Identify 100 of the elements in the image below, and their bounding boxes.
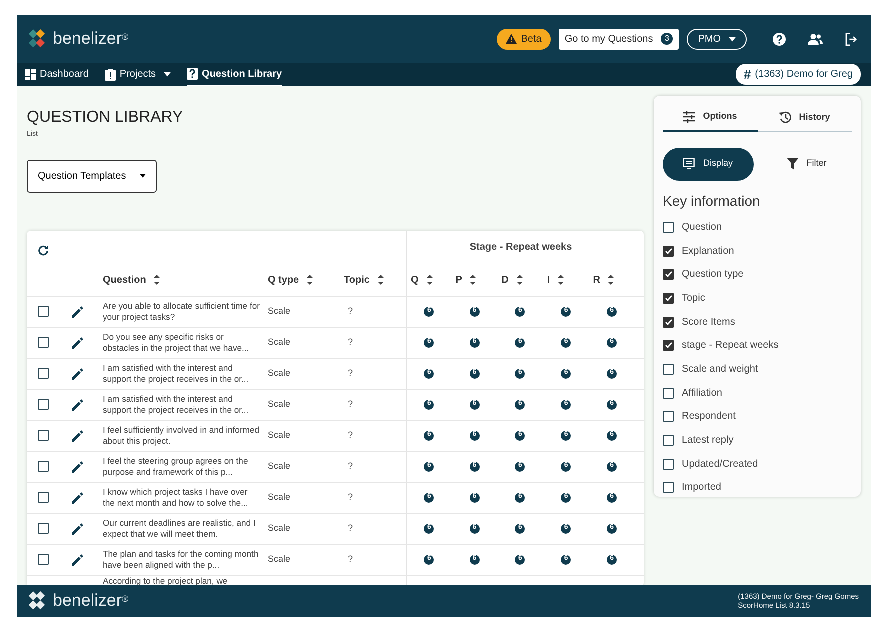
option-checkbox[interactable]	[663, 458, 674, 470]
pencil-icon[interactable]	[72, 430, 84, 442]
option-checkbox[interactable]	[663, 411, 674, 422]
question-type: Scale	[268, 552, 291, 566]
users-icon[interactable]	[808, 34, 823, 44]
question-type: Scale	[268, 398, 291, 411]
row-checkbox[interactable]	[38, 399, 49, 410]
dashboard-icon	[25, 68, 36, 80]
row-checkbox[interactable]	[38, 306, 49, 317]
sort-icon[interactable]	[470, 275, 476, 285]
topic-text: ?	[348, 552, 354, 566]
topic-text: ?	[348, 460, 354, 473]
nav-link[interactable]: Projects	[104, 64, 172, 85]
sort-icon[interactable]	[516, 275, 523, 285]
option-checkbox[interactable]	[663, 316, 674, 328]
topic-text: ?	[348, 398, 354, 411]
filter-icon	[786, 158, 799, 170]
question-text: Do you see any specific risks or obstacles in the project that we have...	[103, 332, 250, 354]
pencil-icon[interactable]	[72, 368, 84, 380]
topic-text: ?	[348, 304, 354, 318]
project-chip[interactable]: # (1363) Demo for Greg	[736, 64, 861, 86]
nav-link[interactable]: Question Library	[187, 64, 282, 86]
pencil-icon[interactable]	[72, 398, 84, 410]
option-checkbox[interactable]	[663, 246, 674, 257]
option-label: Question	[682, 220, 722, 235]
question-text: Our current deadlines are realistic, and I expect that we will meet them.	[103, 518, 257, 540]
topic-text: ?	[348, 336, 354, 349]
column-header: R	[593, 274, 600, 288]
sort-icon[interactable]	[426, 275, 433, 285]
mode-button[interactable]: Display	[663, 148, 754, 180]
logout-icon[interactable]	[845, 32, 857, 46]
pencil-icon[interactable]	[72, 306, 84, 318]
topic-text: ?	[348, 366, 354, 380]
question-text: I know which project tasks I have over the next month and how to solve the...	[103, 486, 250, 508]
row-checkbox[interactable]	[38, 430, 49, 441]
question-type: Scale	[268, 366, 291, 380]
sliders-icon	[683, 110, 696, 123]
page-title: QUESTION LIBRARY	[27, 108, 184, 128]
question-type: Scale	[268, 304, 291, 318]
question-text: The plan and tasks for the coming month have been aligned with the p...	[103, 548, 260, 570]
question-type: Scale	[268, 522, 291, 535]
nav-link[interactable]: Dashboard	[25, 64, 89, 85]
row-checkbox[interactable]	[38, 368, 49, 379]
row-checkbox[interactable]	[38, 492, 49, 503]
caret-icon	[164, 72, 172, 77]
question-type: Scale	[268, 490, 291, 504]
option-label: Updated/Created	[682, 458, 758, 472]
option-label: Imported	[682, 481, 722, 496]
my-questions-button[interactable]: Go to my Questions 3	[558, 28, 680, 50]
sort-icon[interactable]	[378, 275, 384, 285]
option-label: Respondent	[682, 410, 736, 424]
question-text: I feel the steering group agrees on the purpose and framework of this p...	[103, 456, 250, 478]
row-checkbox[interactable]	[38, 337, 49, 348]
option-checkbox[interactable]	[663, 364, 674, 375]
template-dropdown[interactable]: Question Templates	[27, 160, 157, 192]
pencil-icon[interactable]	[72, 460, 84, 472]
option-label: Topic	[682, 292, 706, 306]
option-checkbox[interactable]	[663, 482, 674, 494]
role-dropdown[interactable]: PMO	[687, 28, 747, 50]
row-checkbox[interactable]	[38, 554, 49, 565]
sort-icon[interactable]	[608, 275, 614, 285]
history-icon	[779, 111, 792, 124]
sort-icon[interactable]	[558, 275, 564, 285]
option-label: Scale and weight	[682, 362, 758, 377]
question-text: I am satisfied with the interest and support the project receives in the or...	[103, 362, 250, 384]
option-checkbox[interactable]	[663, 340, 674, 352]
topic-text: ?	[348, 522, 354, 535]
option-checkbox[interactable]	[663, 388, 674, 399]
question-icon	[187, 68, 198, 80]
warning-icon	[506, 34, 518, 44]
row-checkbox[interactable]	[38, 523, 49, 534]
pencil-icon[interactable]	[72, 554, 84, 566]
option-checkbox[interactable]	[663, 269, 674, 280]
panel-tab[interactable]: Options	[663, 102, 758, 132]
column-header: P	[456, 274, 462, 288]
option-checkbox[interactable]	[663, 222, 674, 233]
column-header: I	[547, 274, 550, 288]
pencil-icon[interactable]	[72, 492, 84, 504]
refresh-icon[interactable]	[38, 245, 49, 256]
pencil-icon[interactable]	[72, 522, 84, 534]
option-checkbox[interactable]	[663, 292, 674, 304]
pencil-icon[interactable]	[72, 336, 84, 348]
mode-button[interactable]: Filter	[762, 148, 852, 180]
sort-icon[interactable]	[154, 275, 160, 285]
display-icon	[683, 158, 696, 170]
column-group-header: Stage - Repeat weeks	[470, 241, 572, 255]
option-label: Affiliation	[682, 386, 722, 401]
help-icon[interactable]	[773, 32, 786, 46]
column-header: Q	[411, 274, 419, 288]
column-header: Topic	[344, 274, 370, 288]
logo-text: benelizer$^{®}$	[53, 28, 129, 50]
row-checkbox[interactable]	[38, 461, 49, 472]
beta-badge[interactable]: Beta	[497, 28, 551, 50]
panel-tab[interactable]: History	[758, 102, 852, 132]
caret-icon	[140, 174, 146, 178]
sort-icon[interactable]	[307, 275, 314, 285]
caret-icon	[729, 36, 736, 42]
option-checkbox[interactable]	[663, 435, 674, 446]
topic-text: ?	[348, 428, 354, 442]
option-label: Question type	[682, 268, 744, 282]
